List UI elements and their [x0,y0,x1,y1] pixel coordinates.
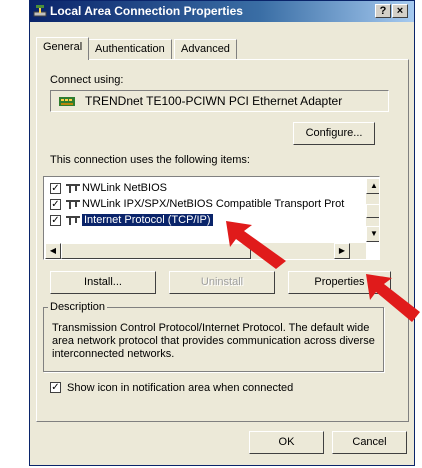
uninstall-label: Uninstall [200,276,244,288]
tab-advanced[interactable]: Advanced [174,39,237,59]
network-protocol-icon [66,200,80,209]
checkbox[interactable]: ✓ [50,199,61,210]
connect-using-label: Connect using: [50,74,124,86]
show-icon-label: Show icon in notification area when conn… [67,382,294,394]
adapter-name: TRENDnet TE100-PCIWN PCI Ethernet Adapte… [85,94,343,108]
list-item-label: NWLink NetBIOS [82,182,167,194]
description-text: Transmission Control Protocol/Internet P… [52,322,375,360]
network-adapter-icon [59,97,75,106]
components-label: This connection uses the following items… [50,154,250,166]
annotation-arrow-icon [226,221,286,269]
install-button[interactable]: Install... [50,271,156,294]
network-protocol-icon [66,184,80,193]
scroll-thumb[interactable] [366,204,379,218]
checkbox[interactable]: ✓ [50,215,61,226]
window-title: Local Area Connection Properties [50,4,243,18]
adapter-field: TRENDnet TE100-PCIWN PCI Ethernet Adapte… [50,90,389,112]
help-button[interactable]: ? [375,4,391,18]
scroll-up-icon[interactable]: ▲ [366,178,379,194]
tab-authentication[interactable]: Authentication [88,39,172,59]
close-button[interactable]: × [392,4,408,18]
horizontal-scroll-thumb[interactable] [61,243,251,259]
ok-button[interactable]: OK [249,431,324,454]
tab-general[interactable]: General [36,37,90,60]
network-protocol-icon [66,216,80,225]
configure-button[interactable]: Configure... [293,122,375,145]
properties-dialog: Local Area Connection Properties ? × Gen… [29,0,415,466]
scroll-down-icon[interactable]: ▼ [366,226,379,242]
components-list[interactable]: ✓ NWLink NetBIOS ✓ NWLink IPX/SPX/NetBIO… [43,176,380,260]
show-icon-checkbox-row[interactable]: ✓ Show icon in notification area when co… [50,382,390,398]
vertical-scrollbar[interactable]: ▲ ▼ [366,178,379,242]
general-tab-panel: Connect using: TRENDnet TE100-PCIWN PCI … [36,59,409,422]
uninstall-button[interactable]: Uninstall [169,271,275,294]
title-bar[interactable]: Local Area Connection Properties ? × [30,1,414,22]
show-icon-checkbox[interactable]: ✓ [50,382,61,393]
description-legend: Description [48,301,108,313]
list-item-label: Internet Protocol (TCP/IP) [82,214,213,226]
horizontal-scrollbar[interactable]: ◀ ▶ [45,243,366,259]
scroll-left-icon[interactable]: ◀ [45,243,61,259]
annotation-arrow-icon [366,274,420,322]
checkbox[interactable]: ✓ [50,183,61,194]
network-connection-icon [33,5,47,17]
list-item-label: NWLink IPX/SPX/NetBIOS Compatible Transp… [82,198,345,210]
cancel-button[interactable]: Cancel [332,431,407,454]
description-group: Description Transmission Control Protoco… [43,301,384,372]
scroll-right-icon[interactable]: ▶ [334,243,350,259]
